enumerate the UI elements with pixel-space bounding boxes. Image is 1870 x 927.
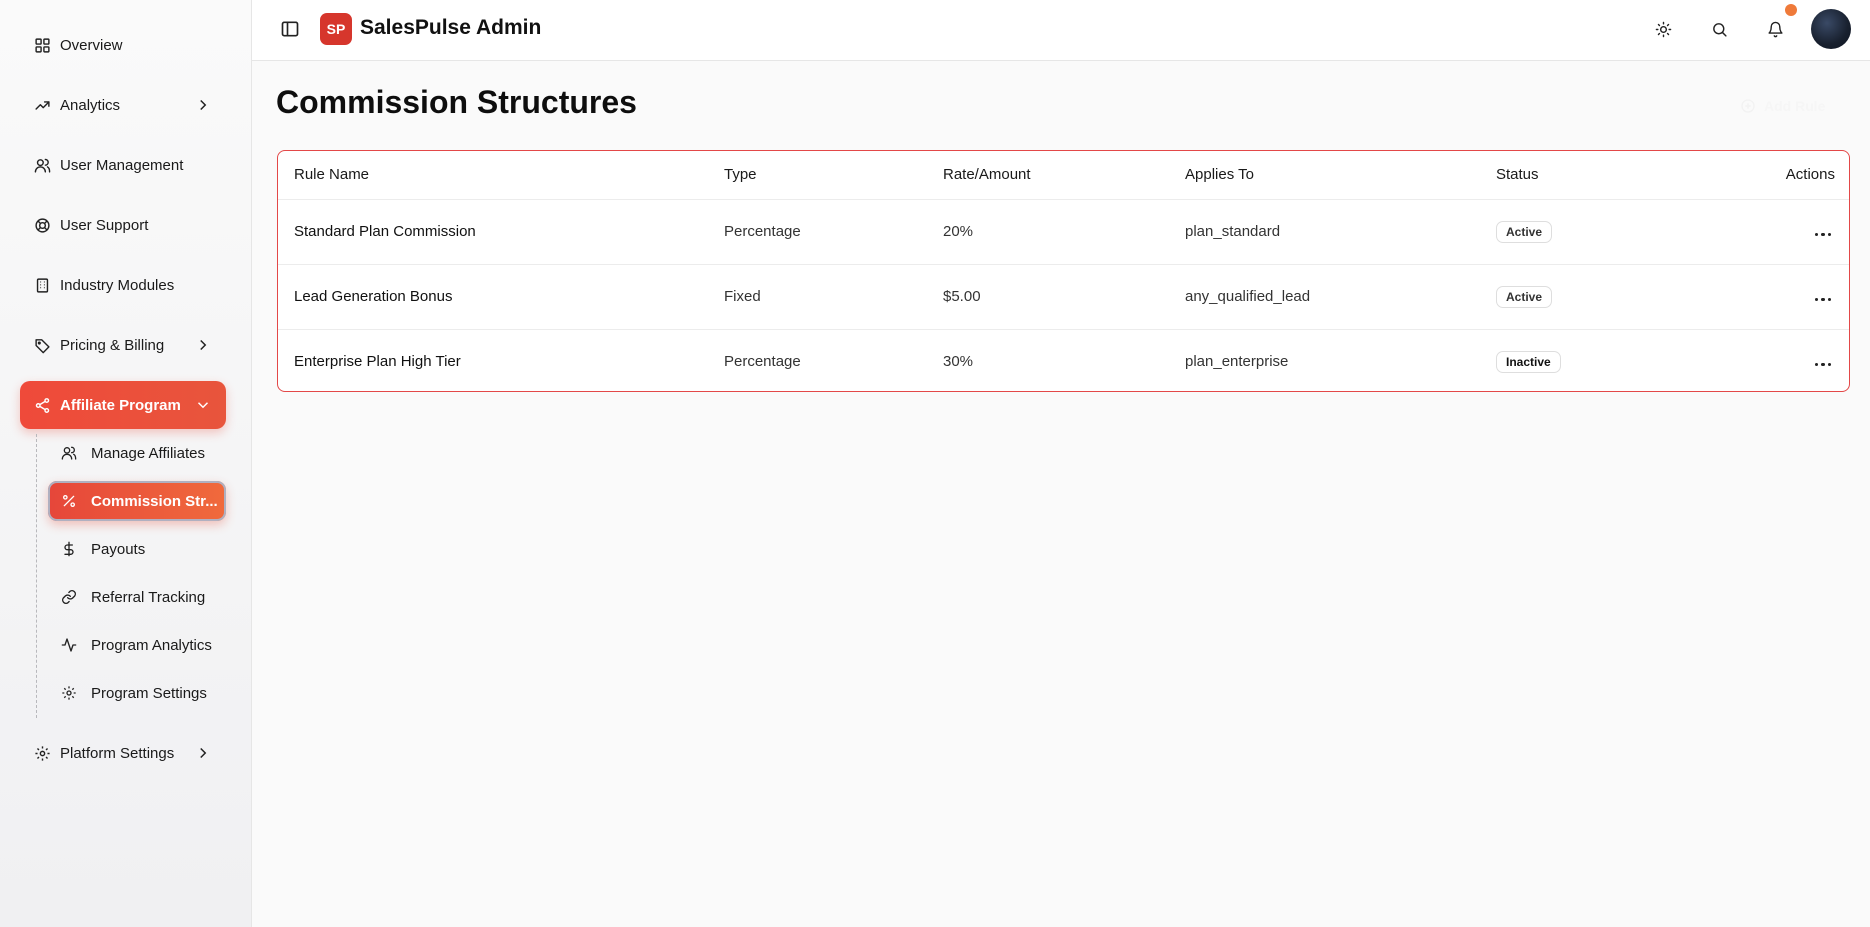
table-row[interactable]: Enterprise Plan High Tier Percentage 30%… (278, 329, 1849, 391)
sidebar-subitem-label: Program Settings (91, 684, 207, 702)
chevron-right-icon (200, 99, 207, 111)
trend-up-icon (32, 95, 52, 115)
sidebar-subitem-label: Manage Affiliates (91, 444, 205, 462)
sidebar-item-affiliate-program[interactable]: Affiliate Program (20, 381, 226, 429)
lifebuoy-icon (32, 215, 52, 235)
sidebar-subitem-label: Program Analytics (91, 636, 212, 654)
table-row[interactable]: Standard Plan Commission Percentage 20% … (278, 199, 1849, 265)
sidebar-subitem-label: Payouts (91, 540, 146, 558)
plus-circle-icon (1741, 99, 1755, 113)
gear-icon (60, 684, 78, 702)
sidebar-subitem-referral-tracking[interactable]: Referral Tracking (48, 577, 226, 617)
rule-name: Standard Plan Commission (278, 199, 708, 265)
column-header: Actions (1690, 151, 1849, 200)
status-badge: Inactive (1496, 350, 1561, 373)
bell-icon[interactable] (1765, 19, 1785, 39)
sidebar-item-user-support[interactable]: User Support (20, 201, 226, 249)
theme-toggle-icon[interactable] (1653, 19, 1673, 39)
sidebar-subitem-payouts[interactable]: Payouts (48, 529, 226, 569)
column-header[interactable]: Status (1480, 151, 1690, 200)
percent-icon (60, 492, 78, 510)
users-icon (32, 155, 52, 175)
activity-icon (60, 636, 78, 654)
table-row[interactable]: Lead Generation Bonus Fixed $5.00 any_qu… (278, 264, 1849, 330)
rule-rate: $5.00 (927, 264, 1169, 330)
more-actions-icon[interactable] (1814, 362, 1831, 367)
rule-type: Fixed (708, 264, 927, 330)
avatar[interactable] (1811, 9, 1851, 49)
rule-rate: 30% (943, 353, 974, 371)
submenu-guide-line (36, 434, 37, 718)
more-actions-icon[interactable] (1814, 232, 1831, 236)
sidebar-item-platform-settings[interactable]: Platform Settings (20, 729, 226, 777)
status-badge: Active (1496, 220, 1553, 243)
sidebar-subitem-label: Referral Tracking (91, 588, 206, 606)
column-header[interactable]: Rule Name (278, 151, 708, 200)
more-actions-icon[interactable] (1814, 297, 1831, 301)
share-icon (32, 395, 52, 415)
sidebar-item-label: Pricing & Billing (60, 336, 165, 354)
rule-name: Enterprise Plan High Tier (294, 353, 461, 371)
add-rule-button[interactable]: Add Rule (1740, 90, 1844, 122)
sidebar-subitem-label: Commission Str... (91, 492, 218, 510)
rule-type: Percentage (708, 199, 927, 265)
top-bar: SP SalesPulse Admin (252, 0, 1870, 61)
sidebar-item-label: User Support (60, 216, 149, 234)
rule-applies-to: plan_standard (1169, 199, 1480, 265)
building-icon (32, 275, 52, 295)
sidebar-item-label: Overview (60, 36, 123, 54)
sidebar-item-label: Industry Modules (60, 276, 175, 294)
sidebar: Overview Analytics User Management User … (0, 0, 252, 927)
gear-icon (32, 743, 52, 763)
search-icon[interactable] (1709, 19, 1729, 39)
dollar-icon (60, 540, 78, 558)
sidebar-item-overview[interactable]: Overview (20, 21, 226, 69)
table-header-row: Rule Name Type Rate/Amount Applies To St… (278, 151, 1849, 200)
sidebar-subitem-program-settings[interactable]: Program Settings (48, 673, 226, 713)
commission-table: Rule Name Type Rate/Amount Applies To St… (277, 150, 1850, 392)
rule-applies-to: any_qualified_lead (1169, 264, 1480, 330)
users-icon (60, 444, 78, 462)
sidebar-item-pricing-billing[interactable]: Pricing & Billing (20, 321, 226, 369)
sidebar-item-industry-modules[interactable]: Industry Modules (20, 261, 226, 309)
rule-type: Percentage (724, 353, 801, 371)
rule-name: Lead Generation Bonus (278, 264, 708, 330)
add-rule-label: Add Rule (1764, 98, 1826, 114)
sidebar-item-analytics[interactable]: Analytics (20, 81, 226, 129)
sidebar-item-label: User Management (60, 156, 184, 174)
sidebar-toggle-icon[interactable] (280, 19, 300, 39)
link-icon (60, 588, 78, 606)
column-header[interactable]: Rate/Amount (927, 151, 1169, 200)
status-badge: Active (1496, 285, 1553, 308)
sidebar-subitem-manage-affiliates[interactable]: Manage Affiliates (48, 433, 226, 473)
sidebar-subitem-program-analytics[interactable]: Program Analytics (48, 625, 226, 665)
sidebar-item-label: Affiliate Program (60, 396, 181, 414)
grid-icon (32, 35, 52, 55)
column-header[interactable]: Type (708, 151, 927, 200)
column-header[interactable]: Applies To (1169, 151, 1480, 200)
chevron-right-icon (200, 747, 207, 759)
chevron-right-icon (200, 339, 207, 351)
rule-applies-to: plan_enterprise (1185, 353, 1289, 371)
page-title: Commission Structures (276, 84, 637, 120)
sidebar-item-label: Platform Settings (60, 744, 175, 762)
notification-dot (1785, 4, 1797, 16)
app-logo: SP (320, 13, 352, 45)
sidebar-item-label: Analytics (60, 96, 121, 114)
sidebar-subitem-commission-structures[interactable]: Commission Str... (48, 481, 226, 521)
chevron-down-icon (197, 402, 209, 409)
app-title: SalesPulse Admin (360, 16, 542, 39)
rule-rate: 20% (927, 199, 1169, 265)
sidebar-item-user-management[interactable]: User Management (20, 141, 226, 189)
tag-icon (32, 335, 52, 355)
